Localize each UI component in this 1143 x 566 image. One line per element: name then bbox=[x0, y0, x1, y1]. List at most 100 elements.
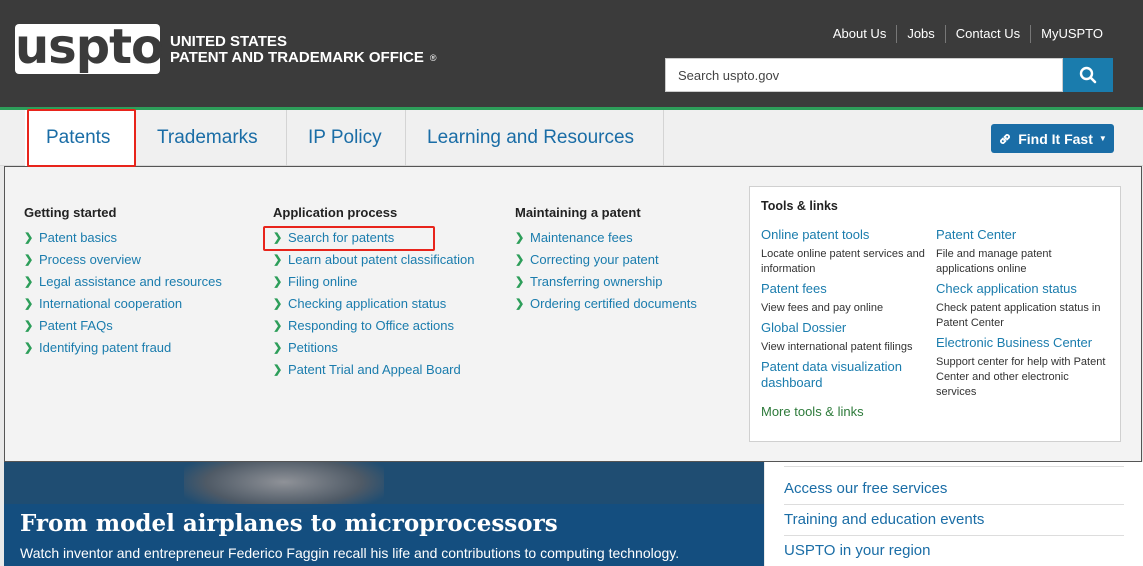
menu-link-label: Patent Trial and Appeal Board bbox=[288, 362, 461, 377]
find-it-fast-button[interactable]: Find It Fast ▼ bbox=[991, 124, 1114, 153]
menu-link-office-actions[interactable]: ❯ Responding to Office actions bbox=[273, 315, 474, 337]
chevron-right-icon: ❯ bbox=[24, 276, 34, 288]
menu-link-correcting-patent[interactable]: ❯ Correcting your patent bbox=[515, 249, 697, 271]
tool-link-check-status[interactable]: Check application status bbox=[936, 281, 1106, 297]
menu-link-identifying-fraud[interactable]: ❯ Identifying patent fraud bbox=[24, 337, 222, 359]
contact-us-link[interactable]: Contact Us bbox=[946, 25, 1032, 43]
menu-link-label: Correcting your patent bbox=[530, 252, 659, 267]
search-button[interactable] bbox=[1063, 58, 1113, 92]
menu-link-petitions[interactable]: ❯ Petitions bbox=[273, 337, 474, 359]
tools-and-links-box: Tools & links Online patent tools Locate… bbox=[749, 186, 1121, 442]
tool-desc: View fees and pay online bbox=[761, 302, 884, 314]
menu-link-label: Process overview bbox=[39, 252, 141, 267]
chevron-right-icon: ❯ bbox=[515, 232, 525, 244]
chevron-right-icon: ❯ bbox=[24, 232, 34, 244]
myuspto-link[interactable]: MyUSPTO bbox=[1031, 25, 1113, 43]
tool-desc: File and manage patent applications onli… bbox=[936, 248, 1052, 275]
agency-name: UNITED STATES PATENT AND TRADEMARK OFFIC… bbox=[170, 34, 437, 66]
column-heading: Application process bbox=[273, 205, 398, 220]
menu-link-international-cooperation[interactable]: ❯ International cooperation bbox=[24, 293, 222, 315]
find-it-fast-label: Find It Fast bbox=[1018, 130, 1093, 147]
search-icon bbox=[1079, 66, 1097, 84]
more-tools-link[interactable]: More tools & links bbox=[761, 404, 931, 419]
chevron-right-icon: ❯ bbox=[273, 320, 283, 332]
menu-link-label: Petitions bbox=[288, 340, 338, 355]
tool-link-online-patent-tools[interactable]: Online patent tools bbox=[761, 227, 931, 243]
nav-ip-policy[interactable]: IP Policy bbox=[287, 110, 406, 166]
highlight-box-patents bbox=[27, 109, 136, 167]
logo-text: uspto bbox=[15, 19, 164, 75]
tool-link-patent-center[interactable]: Patent Center bbox=[936, 227, 1106, 243]
training-events-link[interactable]: Training and education events bbox=[784, 511, 984, 528]
jobs-link[interactable]: Jobs bbox=[897, 25, 946, 43]
column-heading: Maintaining a patent bbox=[515, 205, 641, 220]
menu-link-maintenance-fees[interactable]: ❯ Maintenance fees bbox=[515, 227, 697, 249]
quick-links-panel: Access our free services Training and ed… bbox=[765, 462, 1143, 566]
tool-link-data-visualization[interactable]: Patent data visualization dashboard bbox=[761, 359, 911, 391]
menu-link-label: Maintenance fees bbox=[530, 230, 633, 245]
tool-desc: Support center for help with Patent Cent… bbox=[936, 356, 1106, 398]
menu-link-label: Legal assistance and resources bbox=[39, 274, 222, 289]
menu-link-patent-faqs[interactable]: ❯ Patent FAQs bbox=[24, 315, 222, 337]
access-free-services-link[interactable]: Access our free services bbox=[784, 480, 947, 497]
menu-link-label: Identifying patent fraud bbox=[39, 340, 172, 355]
search-input[interactable] bbox=[665, 58, 1063, 92]
chevron-right-icon: ❯ bbox=[273, 298, 283, 310]
chevron-right-icon: ❯ bbox=[273, 254, 283, 266]
registered-mark: ® bbox=[429, 53, 437, 64]
chevron-right-icon: ❯ bbox=[273, 364, 283, 376]
menu-link-patent-basics[interactable]: ❯ Patent basics bbox=[24, 227, 222, 249]
menu-link-patent-classification[interactable]: ❯ Learn about patent classification bbox=[273, 249, 474, 271]
highlight-box-search-for-patents bbox=[263, 226, 435, 251]
hero-subtitle: Watch inventor and entrepreneur Federico… bbox=[20, 545, 680, 561]
agency-line-2: PATENT AND TRADEMARK OFFICE bbox=[170, 49, 424, 66]
tool-link-ebc[interactable]: Electronic Business Center bbox=[936, 335, 1106, 351]
tools-heading: Tools & links bbox=[761, 199, 838, 213]
chevron-right-icon: ❯ bbox=[24, 320, 34, 332]
divider bbox=[784, 466, 1124, 467]
menu-link-transferring-ownership[interactable]: ❯ Transferring ownership bbox=[515, 271, 697, 293]
nav-trademarks[interactable]: Trademarks bbox=[136, 110, 287, 166]
uspto-region-link[interactable]: USPTO in your region bbox=[784, 542, 930, 559]
chevron-right-icon: ❯ bbox=[515, 254, 525, 266]
nav-learning-resources[interactable]: Learning and Resources bbox=[406, 110, 664, 166]
menu-link-process-overview[interactable]: ❯ Process overview bbox=[24, 249, 222, 271]
menu-link-checking-status[interactable]: ❯ Checking application status bbox=[273, 293, 474, 315]
link-icon bbox=[1000, 133, 1011, 144]
menu-link-label: Filing online bbox=[288, 274, 358, 289]
hero-banner[interactable]: From model airplanes to microprocessors … bbox=[4, 462, 764, 566]
menu-link-label: Patent basics bbox=[39, 230, 118, 245]
chevron-right-icon: ❯ bbox=[273, 276, 283, 288]
site-header: uspto UNITED STATES PATENT AND TRADEMARK… bbox=[0, 0, 1143, 108]
chevron-down-icon: ▼ bbox=[1098, 134, 1107, 143]
menu-link-filing-online[interactable]: ❯ Filing online bbox=[273, 271, 474, 293]
tools-left-column: Online patent tools Locate online patent… bbox=[761, 227, 931, 419]
menu-link-legal-assistance[interactable]: ❯ Legal assistance and resources bbox=[24, 271, 222, 293]
column-heading: Getting started bbox=[24, 205, 117, 220]
divider bbox=[784, 504, 1124, 505]
about-us-link[interactable]: About Us bbox=[823, 25, 898, 43]
main-nav: Patents Trademarks IP Policy Learning an… bbox=[0, 110, 1143, 166]
tool-link-global-dossier[interactable]: Global Dossier bbox=[761, 320, 931, 336]
chevron-right-icon: ❯ bbox=[515, 276, 525, 288]
menu-link-label: Responding to Office actions bbox=[288, 318, 454, 333]
uspto-logo[interactable]: uspto bbox=[15, 19, 164, 75]
menu-column-maintaining: Maintaining a patent ❯ Maintenance fees ❯… bbox=[515, 205, 697, 315]
chevron-right-icon: ❯ bbox=[515, 298, 525, 310]
site-search bbox=[665, 58, 1113, 92]
tool-link-patent-fees[interactable]: Patent fees bbox=[761, 281, 931, 297]
menu-link-label: International cooperation bbox=[39, 296, 183, 311]
menu-link-certified-documents[interactable]: ❯ Ordering certified documents bbox=[515, 293, 697, 315]
hero-title[interactable]: From model airplanes to microprocessors bbox=[20, 510, 558, 537]
tool-desc: Locate online patent services and inform… bbox=[761, 248, 925, 275]
tool-desc: View international patent filings bbox=[761, 341, 913, 353]
menu-link-label: Patent FAQs bbox=[39, 318, 113, 333]
menu-link-ptab[interactable]: ❯ Patent Trial and Appeal Board bbox=[273, 359, 474, 381]
divider bbox=[784, 535, 1124, 536]
menu-link-label: Transferring ownership bbox=[530, 274, 663, 289]
menu-link-label: Learn about patent classification bbox=[288, 252, 475, 267]
utility-nav: About Us Jobs Contact Us MyUSPTO bbox=[823, 25, 1113, 43]
agency-line-1: UNITED STATES bbox=[170, 33, 287, 50]
patents-mega-menu: Getting started ❯ Patent basics ❯ Process … bbox=[4, 166, 1142, 462]
chevron-right-icon: ❯ bbox=[24, 254, 34, 266]
